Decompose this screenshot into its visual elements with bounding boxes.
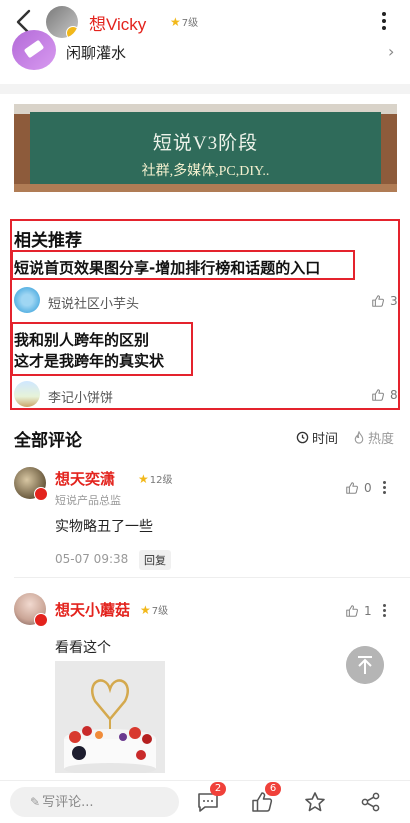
vip-badge-icon	[66, 26, 78, 38]
author-avatar[interactable]	[46, 6, 78, 38]
scroll-to-top-icon[interactable]	[346, 646, 384, 684]
like-count-badge: 6	[265, 782, 281, 796]
verified-badge-icon	[34, 613, 48, 627]
commenter-avatar[interactable]	[14, 467, 48, 501]
comment-more-icon[interactable]	[382, 604, 386, 618]
verified-badge-icon	[34, 487, 48, 501]
related-item-author[interactable]: 短说社区小芋头	[48, 293, 139, 312]
author-avatar[interactable]	[14, 381, 40, 407]
comment-count-badge: 2	[210, 782, 226, 796]
star-icon[interactable]	[303, 790, 327, 814]
comment-input[interactable]: ✎ 写评论...	[10, 787, 179, 817]
comment-text: 看看这个	[55, 640, 111, 656]
commenter-avatar[interactable]	[14, 593, 48, 627]
level-badge: ★ 12级	[138, 471, 173, 487]
banner-frame-bottom	[14, 184, 397, 192]
star-icon: ★	[140, 602, 151, 617]
sort-by-time[interactable]: 时间	[296, 428, 338, 447]
like-count: 8	[390, 388, 398, 402]
star-icon: ★	[138, 471, 149, 486]
circle-name[interactable]: 闲聊灌水	[66, 42, 126, 63]
sort-by-hot[interactable]: 热度	[353, 428, 394, 447]
related-title: 相关推荐	[14, 231, 82, 251]
banner-subtitle: 社群,多媒体,PC,DIY..	[141, 164, 270, 179]
comment-image[interactable]	[55, 661, 165, 773]
commenter-name[interactable]: 想天小蘑菇	[55, 599, 130, 620]
divider	[14, 577, 410, 578]
star-icon: ★	[170, 14, 181, 29]
reply-button[interactable]: 回复	[139, 550, 171, 570]
author-avatar[interactable]	[14, 287, 40, 313]
author-name[interactable]: 想Vicky	[89, 10, 146, 35]
author-level-badge: ★ 7级	[170, 14, 199, 30]
related-item-title[interactable]: 我和别人跨年的区别	[14, 329, 149, 350]
circle-avatar-icon[interactable]	[12, 30, 56, 70]
pen-icon: ✎	[30, 795, 41, 809]
section-divider	[0, 84, 410, 94]
banner-title: 短说V3阶段	[152, 133, 259, 154]
share-icon[interactable]	[359, 790, 383, 814]
level-badge: ★ 7级	[140, 602, 169, 618]
thumbs-up-icon[interactable]	[371, 388, 385, 402]
chevron-right-icon[interactable]: ›	[388, 42, 394, 61]
related-item-author[interactable]: 李记小饼饼	[48, 387, 113, 406]
thumbs-up-icon[interactable]	[345, 604, 359, 618]
clock-icon	[296, 431, 309, 444]
related-item-title[interactable]: 这才是我跨年的真实状	[14, 350, 164, 371]
like-count: 0	[364, 481, 372, 495]
more-options-icon[interactable]	[380, 12, 388, 34]
commenter-title: 短说产品总监	[55, 494, 121, 507]
thumbs-up-icon[interactable]	[371, 294, 385, 308]
sort-hot-label: 热度	[368, 432, 395, 447]
like-count: 3	[390, 294, 398, 308]
comments-title: 全部评论	[14, 431, 82, 451]
like-count: 1	[364, 604, 372, 618]
commenter-name[interactable]: 想天奕潇	[55, 468, 115, 489]
thumbs-up-icon[interactable]	[345, 481, 359, 495]
related-item-title[interactable]: 短说首页效果图分享-增加排行榜和话题的入口	[14, 257, 320, 278]
comment-more-icon[interactable]	[382, 481, 386, 495]
comment-time: 05-07 09:38	[55, 552, 129, 566]
flame-icon	[354, 431, 364, 444]
sort-time-label: 时间	[312, 432, 339, 447]
comment-text: 实物略丑了一些	[55, 519, 153, 535]
